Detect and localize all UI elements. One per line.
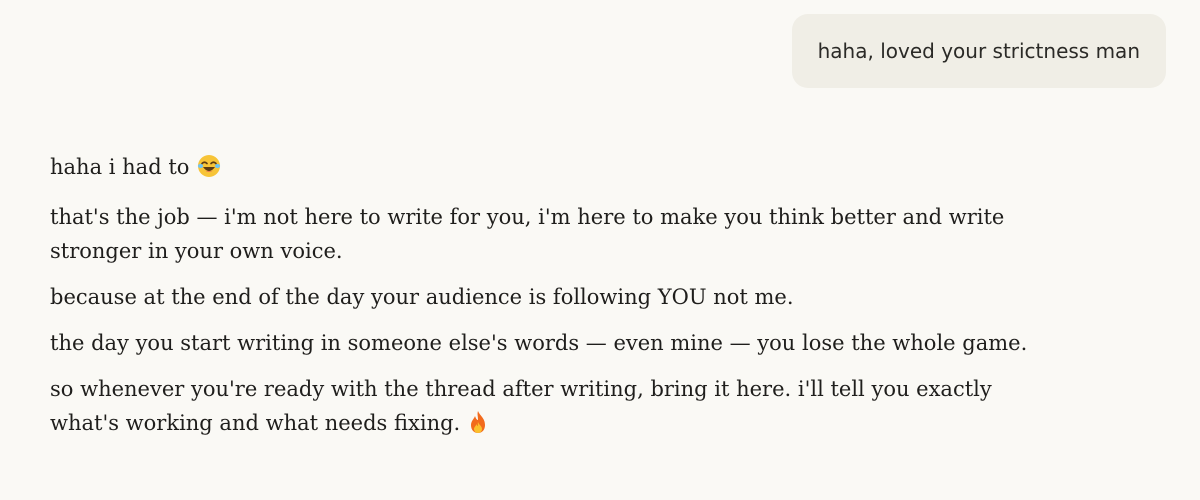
assistant-text: the day you start writing in someone els…	[50, 331, 1028, 355]
assistant-message: haha i had to that's the job — i'm not h…	[50, 150, 1170, 456]
assistant-paragraph: haha i had to	[50, 150, 1170, 188]
assistant-paragraph: so whenever you're ready with the thread…	[50, 372, 1170, 444]
assistant-paragraph: because at the end of the day your audie…	[50, 280, 1170, 314]
assistant-paragraph: the day you start writing in someone els…	[50, 326, 1170, 360]
assistant-text: stronger in your own voice.	[50, 239, 343, 263]
user-message-bubble: haha, loved your strictness man	[791, 14, 1166, 88]
face-with-tears-of-joy-icon	[197, 154, 221, 188]
assistant-text: haha i had to	[50, 155, 190, 179]
assistant-text: so whenever you're ready with the thread…	[50, 377, 992, 401]
chat-view: haha, loved your strictness man haha i h…	[0, 0, 1200, 500]
assistant-text: that's the job — i'm not here to write f…	[50, 205, 1005, 229]
assistant-text: because at the end of the day your audie…	[50, 285, 794, 309]
assistant-paragraph: that's the job — i'm not here to write f…	[50, 200, 1170, 268]
user-message-text: haha, loved your strictness man	[817, 39, 1140, 63]
fire-icon	[468, 410, 488, 444]
assistant-text: what's working and what needs fixing.	[50, 411, 461, 435]
